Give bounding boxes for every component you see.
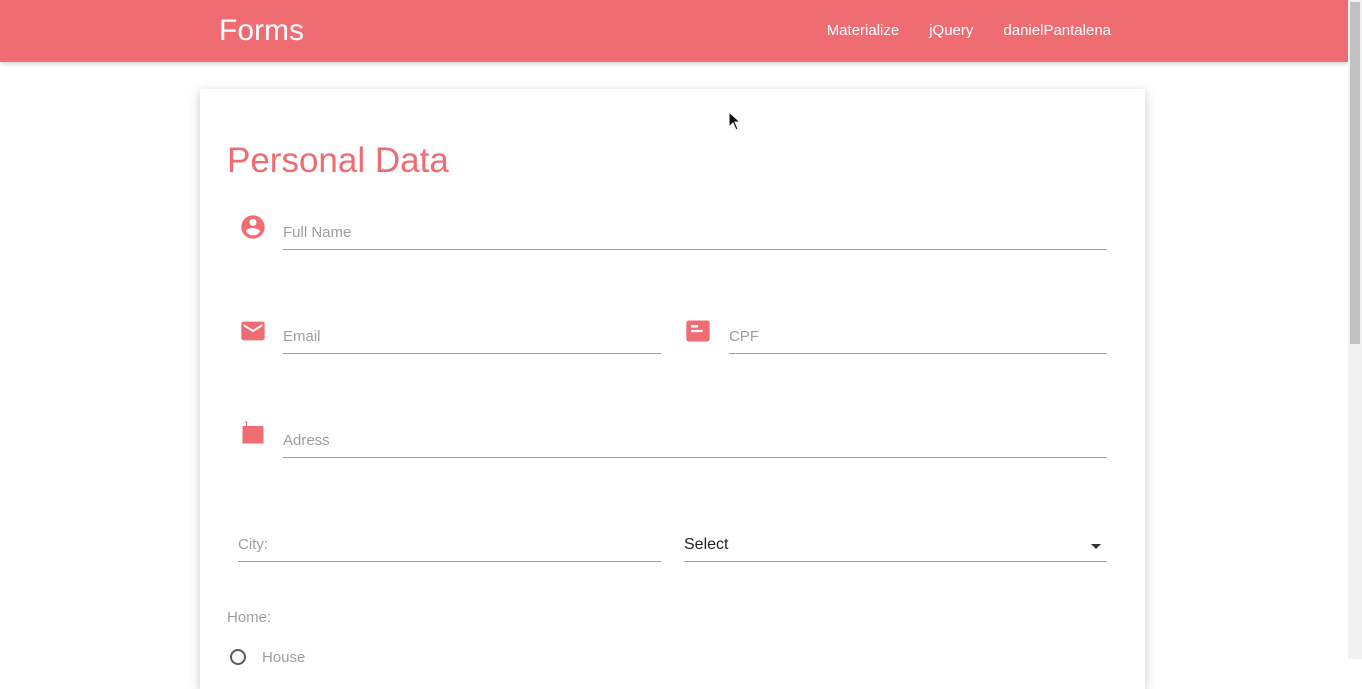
full-name-input[interactable]: Full Name bbox=[283, 216, 1107, 250]
top-navbar: Forms Materialize jQuery danielPantalena bbox=[0, 0, 1348, 62]
chevron-down-icon bbox=[1091, 544, 1101, 549]
home-label: Home: bbox=[227, 609, 272, 626]
email-input[interactable]: Email bbox=[283, 320, 661, 354]
city-label: City: bbox=[238, 536, 268, 553]
page-scrollbar[interactable] bbox=[1348, 0, 1362, 659]
email-icon bbox=[241, 321, 265, 341]
email-label: Email bbox=[283, 328, 321, 345]
home-option-label: House bbox=[262, 649, 306, 666]
nav-link-danielpantalena[interactable]: danielPantalena bbox=[1003, 22, 1111, 40]
nav-link-materialize[interactable]: Materialize bbox=[827, 22, 900, 40]
mailbox-icon bbox=[242, 421, 264, 444]
state-select-value: Select bbox=[684, 536, 729, 553]
nav-link-jquery[interactable]: jQuery bbox=[929, 22, 973, 40]
state-select[interactable]: Select bbox=[684, 528, 1107, 562]
form-card: Personal Data Full Name Email CPF Adress… bbox=[200, 89, 1145, 689]
city-input[interactable]: City: bbox=[238, 528, 661, 562]
nav-links: Materialize jQuery danielPantalena bbox=[797, 22, 1111, 40]
cpf-input[interactable]: CPF bbox=[729, 320, 1107, 354]
full-name-label: Full Name bbox=[283, 224, 352, 241]
scrollbar-thumb[interactable] bbox=[1350, 2, 1360, 344]
radio-button-icon[interactable] bbox=[230, 649, 246, 665]
brand-logo[interactable]: Forms bbox=[219, 14, 304, 48]
account-circle-icon bbox=[241, 215, 265, 239]
card-icon bbox=[686, 320, 710, 342]
cpf-label: CPF bbox=[729, 328, 759, 345]
page-title: Personal Data bbox=[227, 141, 449, 180]
address-input[interactable]: Adress bbox=[283, 424, 1107, 458]
address-label: Adress bbox=[283, 432, 330, 449]
mouse-cursor-icon bbox=[728, 111, 742, 131]
